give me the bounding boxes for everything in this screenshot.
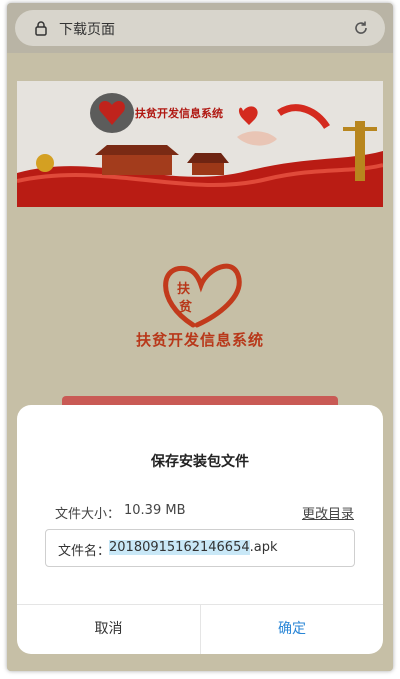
- header-banner: 扶贫开发信息系统: [17, 81, 383, 207]
- lock-icon: [35, 21, 47, 36]
- page-title: 下载页面: [59, 22, 115, 38]
- banner-illustration: [17, 93, 383, 207]
- address-bar[interactable]: 下载页面: [15, 10, 385, 46]
- cancel-button[interactable]: 取消: [17, 604, 200, 654]
- file-size-value: 10.39 MB: [124, 503, 186, 518]
- reload-icon[interactable]: [353, 20, 369, 36]
- file-name-selection: 20180915162146654: [109, 540, 250, 555]
- file-name-field[interactable]: 文件名： 20180915162146654.apk: [45, 529, 355, 567]
- banner-title: 扶贫开发信息系统: [135, 107, 223, 120]
- save-file-dialog: 保存安装包文件 文件大小： 10.39 MB 更改目录 文件名： 2018091…: [17, 405, 383, 654]
- file-name-value[interactable]: 20180915162146654.apk: [109, 539, 278, 556]
- svg-text:扶: 扶: [177, 281, 191, 297]
- file-size-label: 文件大小：: [55, 507, 121, 522]
- logo-caption: 扶贫开发信息系统: [135, 331, 264, 349]
- file-name-label: 文件名：: [58, 544, 111, 559]
- phone-screen: 下载页面 扶贫开发信息系统 扶 贫 扶贫开发信息系统 保存安装包文件 文件大小：…: [7, 3, 393, 671]
- file-name-extension: .apk: [249, 540, 278, 555]
- heart-logo-icon: 扶 贫: [163, 263, 242, 328]
- dialog-title: 保存安装包文件: [151, 454, 249, 470]
- app-logo: 扶 贫 扶贫开发信息系统: [135, 253, 265, 363]
- change-directory-link[interactable]: 更改目录: [302, 503, 354, 522]
- confirm-button[interactable]: 确定: [201, 604, 383, 654]
- svg-text:贫: 贫: [179, 299, 193, 315]
